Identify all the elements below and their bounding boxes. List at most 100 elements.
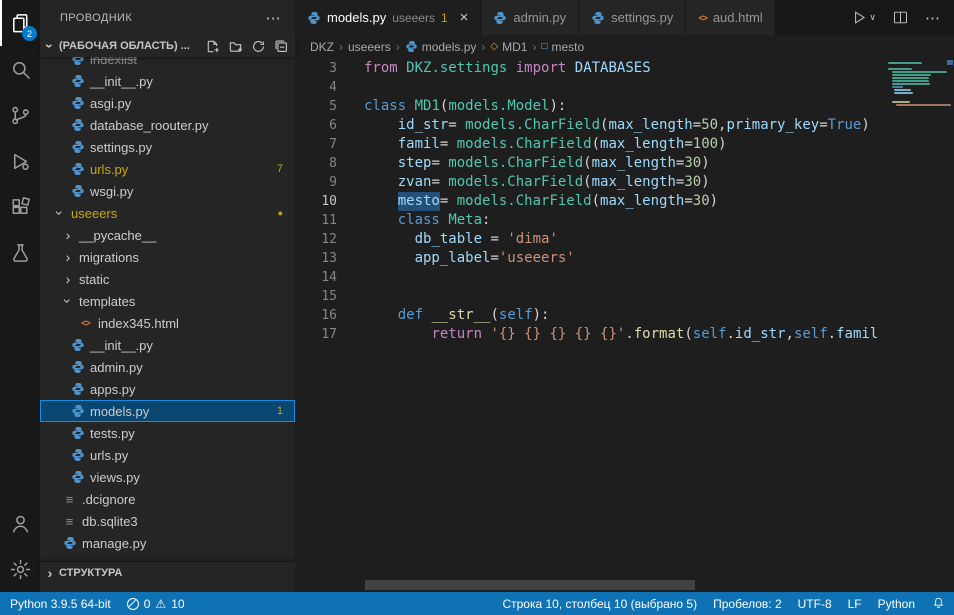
- horizontal-scrollbar[interactable]: [365, 580, 695, 590]
- tree-file-indexlist[interactable]: indexlist: [40, 57, 295, 70]
- minimap[interactable]: [880, 58, 954, 592]
- tree-file-__init__.py[interactable]: __init__.py: [40, 334, 295, 356]
- breadcrumb-item-DKZ[interactable]: DKZ: [310, 40, 334, 54]
- tree-file-tests.py[interactable]: tests.py: [40, 422, 295, 444]
- code-line-15: 15: [295, 287, 880, 306]
- code-line-4: 4: [295, 78, 880, 97]
- search-icon[interactable]: [0, 46, 40, 92]
- line-number: 5: [295, 97, 337, 116]
- tree-file-admin.py[interactable]: admin.py: [40, 356, 295, 378]
- tree-file-index345.html[interactable]: <>index345.html: [40, 312, 295, 334]
- status-language-mode[interactable]: Python: [870, 592, 923, 615]
- tree-item-label: static: [79, 272, 109, 287]
- new-file-icon[interactable]: [205, 39, 220, 54]
- status-python-interpreter[interactable]: Python 3.9.5 64-bit: [0, 592, 119, 615]
- status-problems[interactable]: 0⚠10: [119, 592, 193, 615]
- tree-item-label: wsgi.py: [90, 184, 133, 199]
- breadcrumb-separator: ›: [481, 40, 485, 54]
- account-icon[interactable]: [0, 500, 40, 546]
- explorer-icon[interactable]: 2: [0, 0, 40, 46]
- tree-folder-migrations[interactable]: ›migrations: [40, 246, 295, 268]
- tab-admin.py[interactable]: admin.py: [481, 0, 579, 35]
- breadcrumb-item-MD1[interactable]: ◇MD1: [490, 40, 527, 54]
- settings-gear-icon[interactable]: [0, 546, 40, 592]
- breadcrumb-item-mesto[interactable]: □mesto: [541, 40, 584, 54]
- problems-badge: 1: [277, 405, 283, 417]
- tree-file-.dcignore[interactable]: ≡.dcignore: [40, 488, 295, 510]
- field-symbol-icon: □: [541, 41, 547, 52]
- tree-file-urls.py[interactable]: urls.py7: [40, 158, 295, 180]
- testing-beaker-icon[interactable]: [0, 230, 40, 276]
- sidebar-more-actions-icon[interactable]: ⋯: [266, 9, 281, 27]
- breadcrumb-item-models.py[interactable]: models.py: [405, 40, 477, 54]
- tree-file-database_roouter.py[interactable]: database_roouter.py: [40, 114, 295, 136]
- status-eol[interactable]: LF: [840, 592, 870, 615]
- refresh-icon[interactable]: [251, 39, 266, 54]
- code-line-16: 16 def __str__(self):: [295, 306, 880, 325]
- tree-file-__init__.py[interactable]: __init__.py: [40, 70, 295, 92]
- breadcrumb-item-useeers[interactable]: useeers: [348, 40, 391, 54]
- py-file-icon: [307, 11, 321, 25]
- chevron-down-icon[interactable]: ›: [52, 205, 68, 221]
- tree-folder-static[interactable]: ›static: [40, 268, 295, 290]
- chevron-right-icon[interactable]: ›: [60, 227, 76, 243]
- code-line-8: 8 step= models.CharField(max_length=30): [295, 154, 880, 173]
- tree-file-views.py[interactable]: views.py: [40, 466, 295, 488]
- tree-item-label: asgi.py: [90, 96, 131, 111]
- line-number: 11: [295, 211, 337, 230]
- code-line-12: 12 db_table = 'dima': [295, 230, 880, 249]
- chevron-right-icon[interactable]: ›: [60, 249, 76, 265]
- run-python-file-button[interactable]: ∨: [851, 9, 876, 26]
- status-encoding[interactable]: UTF-8: [790, 592, 840, 615]
- split-editor-icon[interactable]: [892, 9, 909, 26]
- tab-settings.py[interactable]: settings.py: [579, 0, 686, 35]
- vscode-window: 2: [0, 0, 954, 615]
- line-number: 6: [295, 116, 337, 135]
- status-cursor-position[interactable]: Строка 10, столбец 10 (выбрано 5): [492, 592, 705, 615]
- editor-actions: ∨ ⋯: [837, 0, 954, 35]
- tree-file-db.sqlite3[interactable]: ≡db.sqlite3: [40, 510, 295, 532]
- chevron-down-icon[interactable]: ›: [60, 293, 76, 309]
- tab-aud.html[interactable]: <>aud.html: [686, 0, 775, 35]
- tree-file-manage.py[interactable]: manage.py: [40, 532, 295, 554]
- html-file-icon: <>: [698, 13, 707, 23]
- run-debug-icon[interactable]: [0, 138, 40, 184]
- tree-file-urls.py[interactable]: urls.py: [40, 444, 295, 466]
- tab-label: admin.py: [513, 10, 566, 25]
- close-tab-icon[interactable]: ×: [460, 10, 469, 25]
- py-file-icon: [68, 448, 87, 462]
- tree-folder-useeers[interactable]: ›useeers●: [40, 202, 295, 224]
- explorer-badge: 2: [22, 26, 37, 41]
- tree-folder-__pycache__[interactable]: ›__pycache__: [40, 224, 295, 246]
- run-dropdown-chevron-icon[interactable]: ∨: [869, 12, 876, 23]
- tab-models.py[interactable]: models.pyuseeers1×: [295, 0, 481, 35]
- editor[interactable]: 3from DKZ.settings import DATABASES45cla…: [295, 58, 954, 592]
- tree-file-settings.py[interactable]: settings.py: [40, 136, 295, 158]
- status-notifications[interactable]: [923, 592, 954, 615]
- tree-file-models.py[interactable]: models.py1: [40, 400, 295, 422]
- tree-file-apps.py[interactable]: apps.py: [40, 378, 295, 400]
- tree-file-asgi.py[interactable]: asgi.py: [40, 92, 295, 114]
- tree-file-wsgi.py[interactable]: wsgi.py: [40, 180, 295, 202]
- line-number: 9: [295, 173, 337, 192]
- collapse-all-icon[interactable]: [274, 39, 289, 54]
- py-file-icon: [68, 140, 87, 154]
- extensions-icon[interactable]: [0, 184, 40, 230]
- tree-item-label: index345.html: [98, 316, 179, 331]
- line-number: 8: [295, 154, 337, 173]
- code-line-7: 7 famil= models.CharField(max_length=100…: [295, 135, 880, 154]
- status-indentation[interactable]: Пробелов: 2: [705, 592, 790, 615]
- tree-item-label: __init__.py: [90, 338, 153, 353]
- source-control-icon[interactable]: [0, 92, 40, 138]
- code-area[interactable]: 3from DKZ.settings import DATABASES45cla…: [295, 58, 880, 592]
- outline-section-header[interactable]: › СТРУКТУРА: [40, 561, 295, 583]
- chevron-right-icon: ›: [42, 565, 58, 581]
- new-folder-icon[interactable]: [228, 39, 243, 54]
- chevron-right-icon[interactable]: ›: [60, 271, 76, 287]
- editor-more-actions-icon[interactable]: ⋯: [925, 9, 940, 27]
- tree-folder-templates[interactable]: ›templates: [40, 290, 295, 312]
- tree-item-label: __init__.py: [90, 74, 153, 89]
- workspace-section-header[interactable]: › (РАБОЧАЯ ОБЛАСТЬ) ...: [40, 35, 295, 57]
- activity-bar: 2: [0, 0, 40, 592]
- py-file-icon: [68, 96, 87, 110]
